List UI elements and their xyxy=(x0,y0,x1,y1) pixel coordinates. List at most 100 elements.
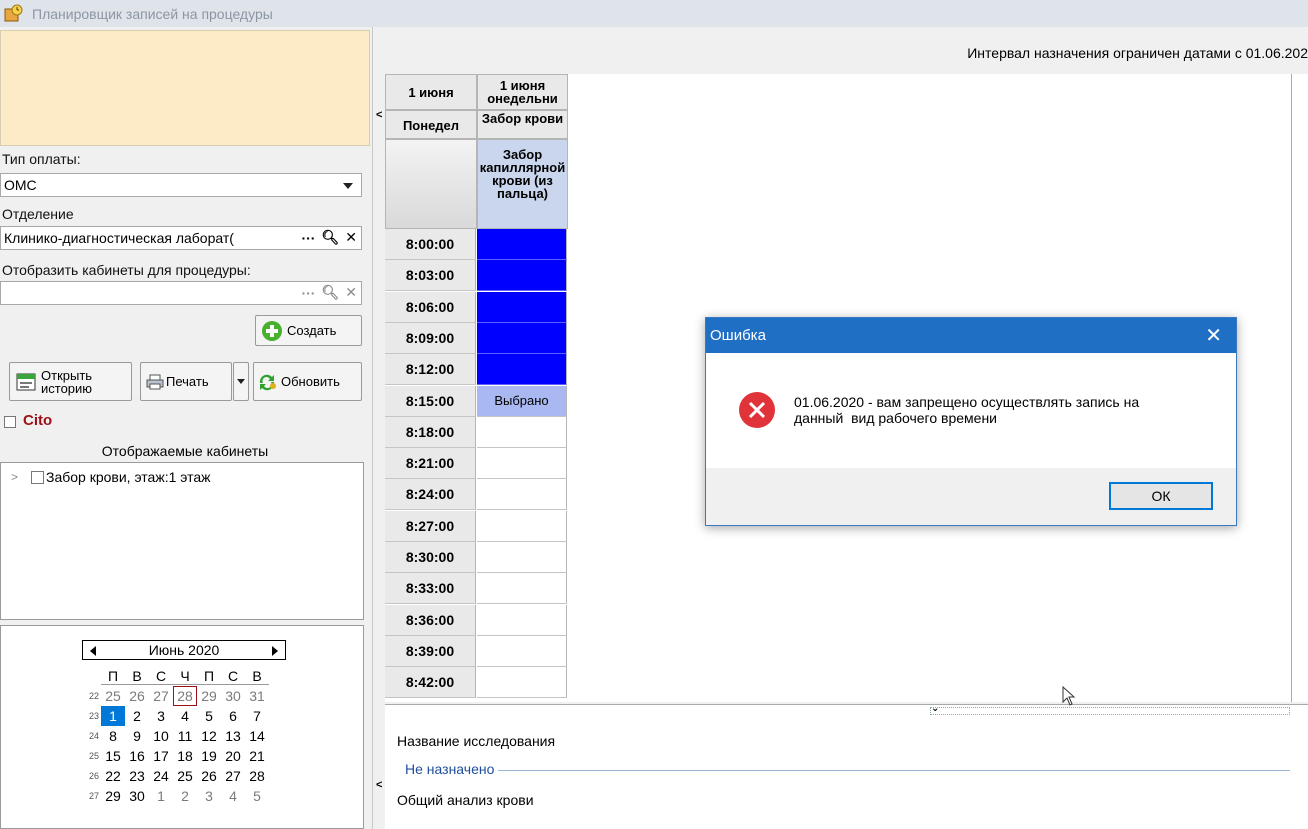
clear-icon[interactable]: ✕ xyxy=(345,229,357,246)
calendar-day[interactable]: 27 xyxy=(221,766,245,786)
close-icon[interactable]: ✕ xyxy=(1205,323,1222,348)
print-button[interactable]: Печать xyxy=(140,362,232,401)
calendar-month-label[interactable]: Июнь 2020 xyxy=(149,642,220,658)
calendar-day[interactable]: 21 xyxy=(245,746,269,766)
calendar-day[interactable]: 20 xyxy=(221,746,245,766)
calendar-day[interactable]: 30 xyxy=(221,686,245,706)
calendar-day[interactable]: 6 xyxy=(221,706,245,726)
time-label: 8:39:00 xyxy=(385,635,476,667)
calendar-day[interactable]: 18 xyxy=(173,746,197,766)
calendar-day[interactable]: 29 xyxy=(197,686,221,706)
cito-label[interactable]: Cito xyxy=(23,412,52,429)
weekday-label: Ч xyxy=(180,668,190,684)
calendar-day[interactable]: 16 xyxy=(125,746,149,766)
tree-item[interactable]: > Забор крови, этаж:1 этаж xyxy=(11,469,211,485)
time-slot[interactable] xyxy=(477,573,567,605)
calendar-day[interactable]: 31 xyxy=(245,686,269,706)
time-label: 8:12:00 xyxy=(385,354,476,386)
displayed-rooms-tree: > Забор крови, этаж:1 этаж xyxy=(0,462,364,620)
chevron-down-icon[interactable]: ⌄ xyxy=(931,703,939,714)
ellipsis-icon[interactable]: ··· xyxy=(301,285,315,301)
calendar-day[interactable]: 17 xyxy=(149,746,173,766)
print-menu-button[interactable] xyxy=(233,362,249,401)
calendar-day[interactable]: 26 xyxy=(197,766,221,786)
calendar-day[interactable]: 30 xyxy=(125,786,149,806)
department-value: Клинико-диагностическая лаборат( xyxy=(4,230,234,246)
weekday-label: В xyxy=(252,668,262,684)
calendar-day[interactable]: 2 xyxy=(125,706,149,726)
time-slot[interactable] xyxy=(477,542,567,573)
calendar-day[interactable]: 28 xyxy=(245,766,269,786)
time-slot[interactable] xyxy=(477,322,567,354)
collapse-left-icon[interactable]: < xyxy=(376,109,382,121)
calendar-day[interactable]: 22 xyxy=(101,766,125,786)
calendar-day[interactable]: 19 xyxy=(197,746,221,766)
calendar-day[interactable]: 2 xyxy=(173,786,197,806)
study-list-item[interactable]: Общий анализ крови xyxy=(397,792,534,808)
calendar-day[interactable]: 27 xyxy=(149,686,173,706)
ellipsis-icon[interactable]: ··· xyxy=(301,230,315,246)
chevron-right-icon[interactable]: > xyxy=(11,470,23,484)
time-slot[interactable] xyxy=(477,229,567,260)
time-label: 8:30:00 xyxy=(385,542,476,573)
time-slot[interactable] xyxy=(477,448,567,480)
calendar-day[interactable]: 29 xyxy=(101,786,125,806)
calendar-day[interactable]: 5 xyxy=(245,786,269,806)
calendar-day[interactable]: 12 xyxy=(197,726,221,746)
time-slot[interactable] xyxy=(477,291,567,323)
cito-checkbox[interactable] xyxy=(4,416,16,428)
payment-type-label: Тип оплаты: xyxy=(2,151,81,167)
calendar-day[interactable]: 1 xyxy=(149,786,173,806)
payment-type-value: ОМС xyxy=(4,177,37,193)
calendar-day[interactable]: 1 xyxy=(101,706,125,726)
calendar-day[interactable]: 24 xyxy=(149,766,173,786)
calendar-day[interactable]: 28 xyxy=(173,686,197,706)
calendar-day[interactable]: 4 xyxy=(173,706,197,726)
collapse-left-icon[interactable]: < xyxy=(376,779,382,791)
room-checkbox[interactable] xyxy=(31,470,44,484)
department-field[interactable]: Клинико-диагностическая лаборат( ··· 🔍︎ … xyxy=(0,226,362,250)
time-slot[interactable] xyxy=(477,354,567,386)
calendar-day[interactable]: 25 xyxy=(173,766,197,786)
calendar-day[interactable]: 25 xyxy=(101,686,125,706)
calendar-day[interactable]: 23 xyxy=(125,766,149,786)
calendar-day[interactable]: 8 xyxy=(101,726,125,746)
payment-type-select[interactable]: ОМС xyxy=(0,173,362,197)
time-label: 8:18:00 xyxy=(385,416,476,448)
time-slot[interactable] xyxy=(477,667,567,699)
week-number: 24 xyxy=(88,731,99,741)
calendar-day[interactable]: 7 xyxy=(245,706,269,726)
search-icon[interactable]: 🔍︎ xyxy=(321,229,339,246)
next-month-icon[interactable] xyxy=(272,646,278,656)
rooms-for-procedure-field[interactable]: ··· 🔍︎ ✕ xyxy=(0,281,362,305)
time-slot[interactable] xyxy=(477,604,567,636)
panel-splitter[interactable]: < < xyxy=(372,27,384,829)
ok-button[interactable]: ОК xyxy=(1109,482,1213,510)
open-history-button[interactable]: Открыть историю xyxy=(9,362,132,401)
calendar-day[interactable]: 13 xyxy=(221,726,245,746)
time-label: 8:42:00 xyxy=(385,667,476,699)
calendar-day[interactable]: 14 xyxy=(245,726,269,746)
calendar-day[interactable]: 3 xyxy=(197,786,221,806)
time-slot[interactable] xyxy=(477,510,567,542)
time-slot[interactable] xyxy=(477,416,567,448)
calendar-day[interactable]: 5 xyxy=(197,706,221,726)
search-icon[interactable]: 🔍︎ xyxy=(321,284,339,301)
collapse-bar[interactable]: ⌄ xyxy=(930,703,1290,715)
calendar-day[interactable]: 10 xyxy=(149,726,173,746)
calendar-day[interactable]: 9 xyxy=(125,726,149,746)
calendar-day[interactable]: 15 xyxy=(101,746,125,766)
calendar-day[interactable]: 3 xyxy=(149,706,173,726)
calendar-day[interactable]: 11 xyxy=(173,726,197,746)
time-slot[interactable] xyxy=(477,635,567,667)
refresh-button[interactable]: Обновить xyxy=(253,362,362,401)
create-button[interactable]: Создать xyxy=(255,315,362,346)
time-slot[interactable] xyxy=(477,479,567,511)
chevron-down-icon[interactable] xyxy=(343,183,353,189)
clear-icon[interactable]: ✕ xyxy=(345,284,357,301)
calendar-day[interactable]: 26 xyxy=(125,686,149,706)
time-slot[interactable] xyxy=(477,260,567,292)
selected-time-slot[interactable]: Выбрано xyxy=(477,385,567,417)
calendar-day[interactable]: 4 xyxy=(221,786,245,806)
previous-month-icon[interactable] xyxy=(90,646,96,656)
